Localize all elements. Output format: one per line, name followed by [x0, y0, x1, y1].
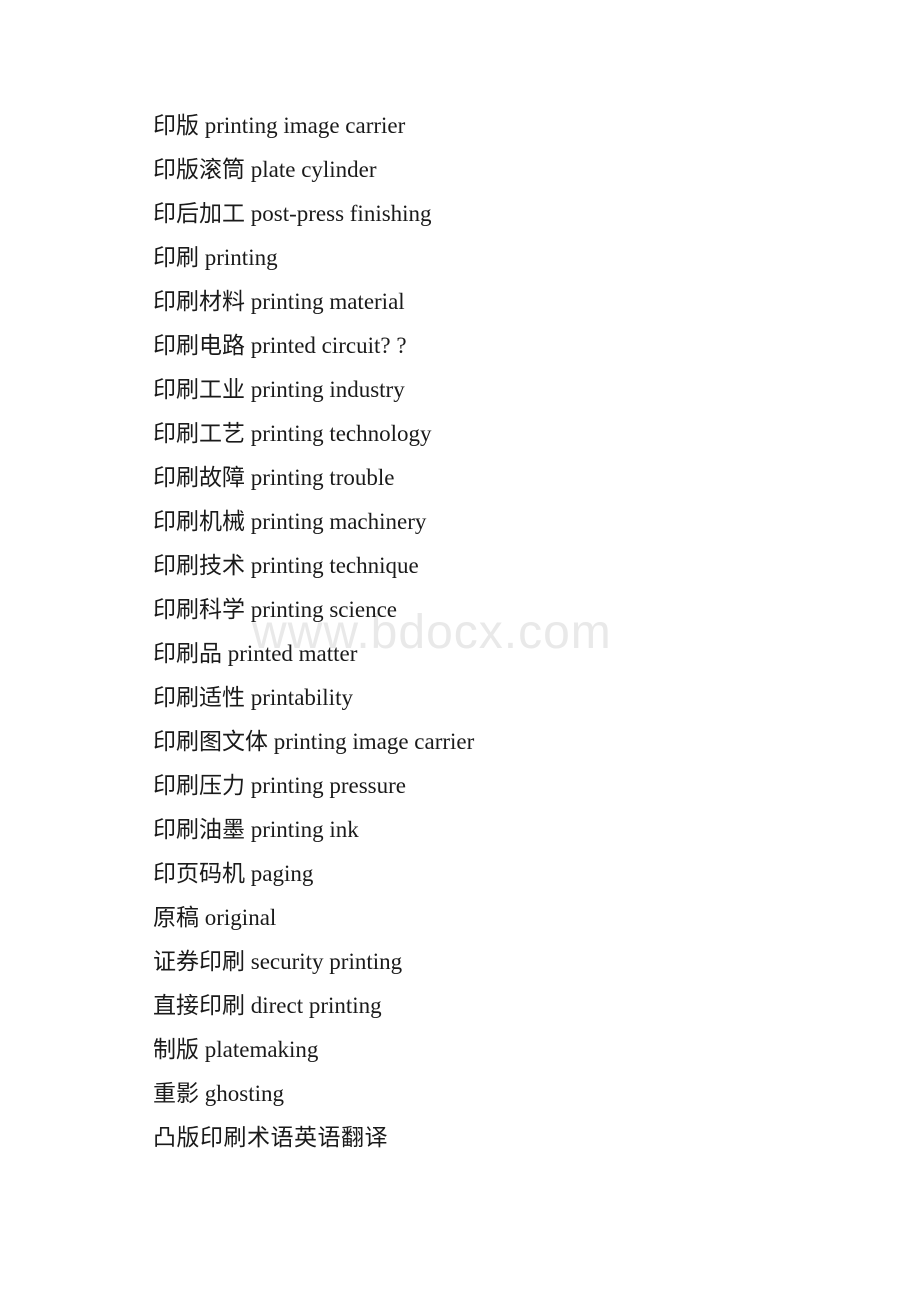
- document-page: www.bdocx.com 印版 printing image carrier 印…: [0, 0, 920, 1302]
- glossary-line: 直接印刷 direct printing: [153, 993, 382, 1018]
- glossary-line: 印刷压力 printing pressure: [153, 773, 406, 798]
- glossary-line: 制版 platemaking: [153, 1037, 319, 1062]
- glossary-line: 印刷工艺 printing technology: [153, 421, 432, 446]
- glossary-line: 凸版印刷术语英语翻译: [153, 1125, 388, 1150]
- glossary-line: 印版滚筒 plate cylinder: [153, 157, 377, 182]
- glossary-line: 印刷故障 printing trouble: [153, 465, 395, 490]
- glossary-line: 印刷油墨 printing ink: [153, 817, 359, 842]
- glossary-line: 印刷工业 printing industry: [153, 377, 405, 402]
- glossary-line: 印刷 printing: [153, 245, 278, 270]
- glossary-line: 印刷电路 printed circuit? ?: [153, 333, 407, 358]
- glossary-line: 印后加工 post-press finishing: [153, 201, 432, 226]
- glossary-line: 印版 printing image carrier: [153, 113, 406, 138]
- glossary-line: 重影 ghosting: [153, 1081, 284, 1106]
- glossary-line: 印刷品 printed matter: [153, 641, 358, 666]
- glossary-line: 印页码机 paging: [153, 861, 314, 886]
- glossary-line: 印刷科学 printing science: [153, 597, 398, 622]
- glossary-line: 原稿 original: [153, 905, 277, 930]
- glossary-line: 印刷材料 printing material: [153, 289, 405, 314]
- glossary-line: 证券印刷 security printing: [153, 949, 403, 974]
- glossary-term-list: 印版 printing image carrier 印版滚筒 plate cyli…: [153, 104, 853, 1160]
- glossary-line: 印刷图文体 printing image carrier: [153, 729, 475, 754]
- glossary-line: 印刷机械 printing machinery: [153, 509, 427, 534]
- glossary-line: 印刷适性 printability: [153, 685, 353, 710]
- glossary-line: 印刷技术 printing technique: [153, 553, 419, 578]
